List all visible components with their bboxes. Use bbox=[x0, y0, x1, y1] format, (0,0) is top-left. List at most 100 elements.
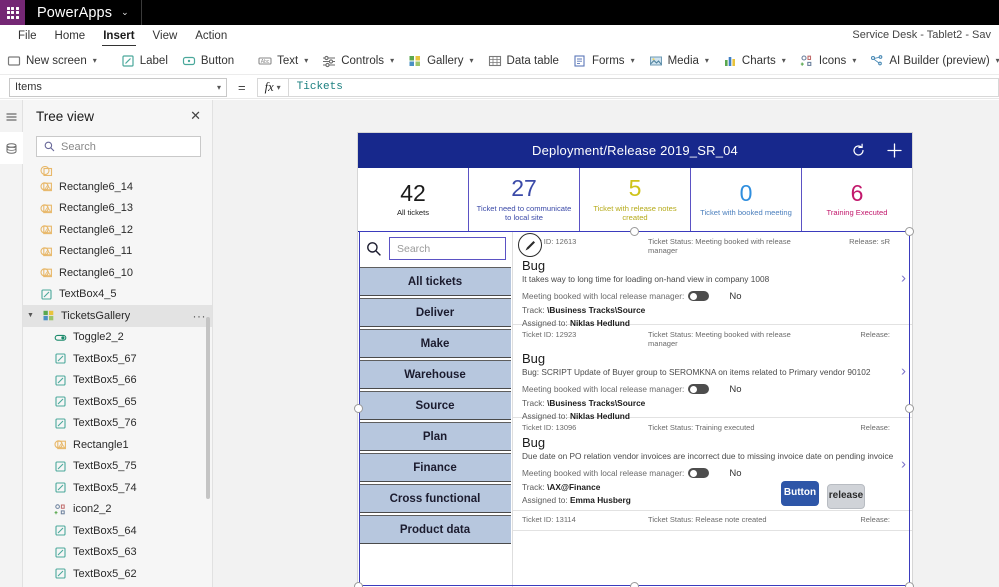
chevron-down-icon[interactable]: ▾ bbox=[852, 56, 856, 65]
resize-handle-right[interactable] bbox=[905, 404, 914, 413]
new-screen-button[interactable]: New screen ▾ bbox=[0, 49, 104, 73]
gallery-menu-button[interactable]: Gallery ▾ bbox=[401, 49, 480, 73]
tree-item-label: TextBox5_76 bbox=[73, 417, 137, 430]
property-select[interactable]: Items ▾ bbox=[9, 77, 227, 97]
search-input[interactable]: Search bbox=[389, 237, 506, 260]
kpi-card-all-tickets[interactable]: 42 All tickets bbox=[358, 168, 469, 231]
kpi-card-training-executed[interactable]: 6 Training Executed bbox=[802, 168, 912, 231]
app-header: Deployment/Release 2019_SR_04 bbox=[358, 133, 912, 168]
meeting-toggle[interactable] bbox=[688, 291, 710, 302]
fx-button[interactable]: fx ▾ bbox=[256, 77, 288, 97]
nav-button-make[interactable]: Make bbox=[359, 329, 511, 358]
chevron-down-icon[interactable]: ▾ bbox=[631, 56, 635, 65]
kpi-card-booked-meeting[interactable]: 0 Ticket with booked meeting bbox=[691, 168, 802, 231]
menu-item-insert[interactable]: Insert bbox=[94, 27, 143, 46]
data-sources-icon[interactable] bbox=[0, 132, 23, 164]
chevron-right-icon[interactable]: › bbox=[901, 270, 906, 287]
tree-item-rectangle6-12[interactable]: Rectangle6_12 bbox=[23, 219, 212, 241]
tree-view-scrollbar[interactable] bbox=[206, 317, 210, 499]
resize-handle-bottom[interactable] bbox=[630, 582, 639, 587]
resize-handle-bottom-right[interactable] bbox=[905, 582, 914, 587]
button-control-button[interactable]: Button bbox=[175, 49, 241, 73]
search-icon[interactable] bbox=[366, 241, 382, 257]
data-table-button[interactable]: Data table bbox=[481, 49, 566, 73]
text-menu-button[interactable]: Abc Text ▾ bbox=[251, 49, 315, 73]
nav-button-warehouse[interactable]: Warehouse bbox=[359, 360, 511, 389]
tree-item-textbox5-74[interactable]: TextBox5_74 bbox=[23, 477, 212, 499]
chevron-right-icon[interactable]: › bbox=[901, 363, 906, 380]
chevron-right-icon[interactable]: › bbox=[901, 456, 906, 473]
tree-item-textbox5-76[interactable]: TextBox5_76 bbox=[23, 413, 212, 435]
tree-item-textbox5-63[interactable]: TextBox5_63 bbox=[23, 542, 212, 564]
tree-item-textbox5-75[interactable]: TextBox5_75 bbox=[23, 456, 212, 478]
charts-menu-button[interactable]: Charts ▾ bbox=[716, 49, 793, 73]
controls-menu-button[interactable]: Controls ▾ bbox=[315, 49, 401, 73]
tree-item-icon2-2[interactable]: icon2_2 bbox=[23, 499, 212, 521]
resize-handle-left[interactable] bbox=[354, 404, 363, 413]
chevron-down-icon[interactable]: ▾ bbox=[470, 56, 474, 65]
chevron-down-icon[interactable]: ▾ bbox=[304, 56, 308, 65]
chevron-down-icon[interactable]: ▼ bbox=[25, 312, 36, 319]
plus-icon[interactable] bbox=[886, 142, 903, 159]
meeting-toggle[interactable] bbox=[688, 468, 710, 479]
close-icon[interactable]: ✕ bbox=[190, 108, 201, 124]
loose-button-control[interactable]: Button bbox=[781, 481, 819, 506]
nav-button-cross-functional[interactable]: Cross functional bbox=[359, 484, 511, 513]
resize-handle-top[interactable] bbox=[630, 227, 639, 236]
tree-item-textbox5-65[interactable]: TextBox5_65 bbox=[23, 391, 212, 413]
meeting-toggle[interactable] bbox=[688, 384, 710, 395]
loose-release-button-control[interactable]: release bbox=[827, 484, 865, 509]
tree-item-textbox5-67[interactable]: TextBox5_67 bbox=[23, 348, 212, 370]
chevron-down-icon[interactable]: ⌄ bbox=[121, 7, 129, 18]
menu-item-file[interactable]: File bbox=[9, 27, 46, 45]
tree-item-toggle2-2[interactable]: Toggle2_2 bbox=[23, 327, 212, 349]
resize-handle-top-right[interactable] bbox=[905, 227, 914, 236]
icons-menu-button[interactable]: Icons ▾ bbox=[793, 49, 864, 73]
menu-item-home[interactable]: Home bbox=[46, 27, 95, 45]
waffle-grid-icon[interactable] bbox=[0, 0, 25, 25]
tree-item-rectangle6-14[interactable]: Rectangle6_14 bbox=[23, 176, 212, 198]
chevron-down-icon[interactable]: ▾ bbox=[277, 83, 281, 92]
tree-item-ticketsgallery[interactable]: ▼ TicketsGallery ··· bbox=[23, 305, 212, 327]
formula-input[interactable]: Tickets bbox=[287, 77, 999, 97]
label-button[interactable]: Label bbox=[114, 49, 175, 73]
tree-item-textbox5-64[interactable]: TextBox5_64 bbox=[23, 520, 212, 542]
menu-item-view[interactable]: View bbox=[144, 27, 187, 45]
chevron-down-icon[interactable]: ▾ bbox=[705, 56, 709, 65]
gallery-edit-pencil-icon[interactable] bbox=[518, 233, 542, 257]
nav-button-product-data[interactable]: Product data bbox=[359, 515, 511, 544]
tree-view-list[interactable]: Rectangle6_14 Rectangle6_13 Rectangle6_1… bbox=[23, 165, 212, 587]
nav-button-deliver[interactable]: Deliver bbox=[359, 298, 511, 327]
tree-item-rectangle6-13[interactable]: Rectangle6_13 bbox=[23, 198, 212, 220]
tree-item-rectangle1[interactable]: Rectangle1 bbox=[23, 434, 212, 456]
tree-item-partial[interactable] bbox=[23, 166, 212, 176]
gallery-row-partial[interactable]: Ticket ID: 13114 Ticket Status: Release … bbox=[513, 511, 912, 531]
tree-item-rectangle6-11[interactable]: Rectangle6_11 bbox=[23, 241, 212, 263]
nav-button-source[interactable]: Source bbox=[359, 391, 511, 420]
tree-item-rectangle6-10[interactable]: Rectangle6_10 bbox=[23, 262, 212, 284]
gallery-row[interactable]: Ticket ID: 12923 Ticket Status: Meeting … bbox=[513, 325, 912, 421]
kpi-card-need-communicate[interactable]: 27 Ticket need to communicate to local s… bbox=[469, 168, 580, 231]
forms-menu-button[interactable]: Forms ▾ bbox=[566, 49, 642, 73]
nav-button-plan[interactable]: Plan bbox=[359, 422, 511, 451]
chevron-down-icon[interactable]: ▾ bbox=[782, 56, 786, 65]
tree-item-textbox5-62[interactable]: TextBox5_62 bbox=[23, 563, 212, 585]
chevron-down-icon[interactable]: ▾ bbox=[217, 83, 221, 92]
chevron-down-icon[interactable]: ▾ bbox=[93, 56, 97, 65]
resize-handle-bottom-left[interactable] bbox=[354, 582, 363, 587]
tree-item-textbox4-5[interactable]: TextBox4_5 bbox=[23, 284, 212, 306]
tree-search-input[interactable]: Search bbox=[36, 136, 201, 157]
tickets-gallery[interactable]: Ticket ID: 12613 Ticket Status: Meeting … bbox=[512, 232, 912, 587]
ai-builder-menu-button[interactable]: AI Builder (preview) ▾ bbox=[863, 49, 999, 73]
tree-item-overflow-menu[interactable]: ··· bbox=[193, 309, 207, 323]
media-menu-button[interactable]: Media ▾ bbox=[642, 49, 716, 73]
menu-item-action[interactable]: Action bbox=[186, 27, 236, 45]
nav-button-all-tickets[interactable]: All tickets bbox=[359, 267, 511, 296]
nav-button-finance[interactable]: Finance bbox=[359, 453, 511, 482]
hamburger-menu-icon[interactable] bbox=[0, 100, 23, 132]
refresh-icon[interactable] bbox=[851, 143, 866, 158]
chevron-down-icon[interactable]: ▾ bbox=[390, 56, 394, 65]
gallery-row[interactable]: Ticket ID: 12613 Ticket Status: Meeting … bbox=[513, 232, 912, 328]
kpi-card-release-notes[interactable]: 5 Ticket with release notes created bbox=[580, 168, 691, 231]
tree-item-textbox5-66[interactable]: TextBox5_66 bbox=[23, 370, 212, 392]
